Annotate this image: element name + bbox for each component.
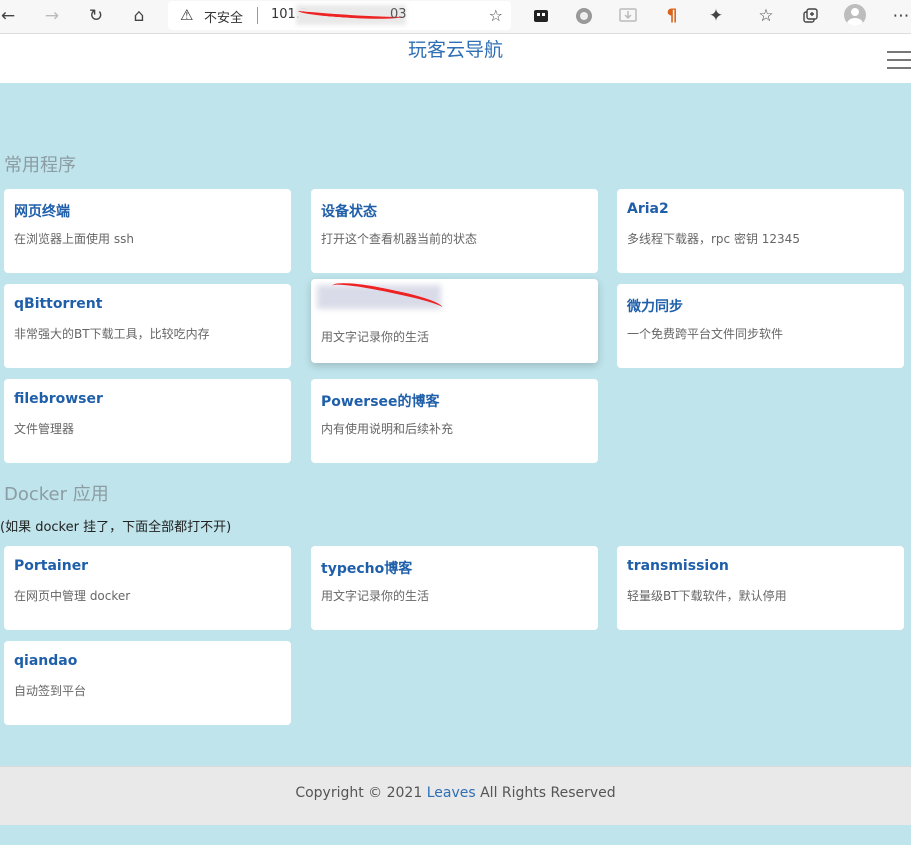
- more-options-icon[interactable]: ⋯: [889, 4, 911, 28]
- card-desc: 自动签到平台: [14, 684, 87, 698]
- card-title[interactable]: qBittorrent: [14, 296, 281, 316]
- card-typecho[interactable]: typecho博客 用文字记录你的生活: [311, 546, 598, 630]
- security-status[interactable]: 不安全: [204, 7, 243, 26]
- card-sync[interactable]: 微力同步 一个免费跨平台文件同步软件: [617, 284, 904, 368]
- footer: Copyright © 2021 Leaves All Rights Reser…: [0, 766, 911, 825]
- site-header: 玩客云导航: [0, 34, 911, 83]
- record-extension-icon[interactable]: [572, 4, 596, 28]
- card-title[interactable]: 设备状态: [321, 201, 588, 221]
- address-bar[interactable]: ⚠ 不安全 101.3 03 ☆: [168, 1, 511, 30]
- site-title[interactable]: 玩客云导航: [0, 35, 911, 62]
- section-title-docker: Docker 应用: [4, 484, 109, 505]
- collections-icon[interactable]: [798, 4, 822, 28]
- card-qbittorrent[interactable]: qBittorrent 非常强大的BT下载工具，比较吃内存: [4, 284, 291, 368]
- footer-rights: All Rights Reserved: [475, 785, 616, 801]
- card-desc: 轻量级BT下载软件，默认停用: [627, 589, 787, 603]
- section-title-common: 常用程序: [4, 155, 76, 176]
- browser-toolbar: ← → ↻ ⌂ ⚠ 不安全 101.3 03 ☆ ¶ ✦ ☆ ⋯: [0, 0, 911, 34]
- card-title[interactable]: 微力同步: [627, 296, 894, 316]
- footer-author-link[interactable]: Leaves: [427, 785, 476, 801]
- card-transmission[interactable]: transmission 轻量级BT下载软件，默认停用: [617, 546, 904, 630]
- address-separator: [257, 7, 258, 24]
- url-text-tail[interactable]: 03: [390, 7, 407, 22]
- card-desc: 打开这个查看机器当前的状态: [321, 232, 478, 246]
- card-desc: 在网页中管理 docker: [14, 589, 131, 603]
- home-icon[interactable]: ⌂: [127, 4, 151, 28]
- save-extension-icon[interactable]: [616, 4, 640, 28]
- card-title[interactable]: 网页终端: [14, 201, 281, 221]
- card-desc: 一个免费跨平台文件同步软件: [627, 327, 784, 341]
- extensions-puzzle-icon[interactable]: ✦: [704, 4, 728, 28]
- card-desc: 在浏览器上面使用 ssh: [14, 232, 134, 246]
- extension-tab-icon[interactable]: [529, 4, 553, 28]
- card-desc: 内有使用说明和后续补充: [321, 422, 454, 436]
- profile-avatar[interactable]: [844, 4, 866, 26]
- docker-note: (如果 docker 挂了，下面全部都打不开): [0, 520, 232, 535]
- card-portainer[interactable]: Portainer 在网页中管理 docker: [4, 546, 291, 630]
- card-title[interactable]: filebrowser: [14, 391, 281, 411]
- footer-copyright: Copyright © 2021: [295, 785, 427, 801]
- card-title[interactable]: Portainer: [14, 558, 281, 578]
- card-powersee-blog[interactable]: Powersee的博客 内有使用说明和后续补充: [311, 379, 598, 463]
- warning-icon: ⚠: [180, 6, 194, 24]
- card-web-terminal[interactable]: 网页终端 在浏览器上面使用 ssh: [4, 189, 291, 273]
- menu-icon[interactable]: [887, 51, 911, 71]
- card-filebrowser[interactable]: filebrowser 文件管理器: [4, 379, 291, 463]
- back-arrow-icon[interactable]: ←: [0, 4, 20, 28]
- card-desc: 多线程下载器，rpc 密钥 12345: [627, 232, 800, 246]
- card-device-status[interactable]: 设备状态 打开这个查看机器当前的状态: [311, 189, 598, 273]
- card-title[interactable]: Aria2: [627, 201, 894, 221]
- refresh-icon[interactable]: ↻: [84, 4, 108, 28]
- card-title[interactable]: Powersee的博客: [321, 391, 588, 411]
- card-title[interactable]: typecho博客: [321, 558, 588, 578]
- card-aria2[interactable]: Aria2 多线程下载器，rpc 密钥 12345: [617, 189, 904, 273]
- forward-arrow-icon[interactable]: →: [40, 4, 64, 28]
- card-qiandao[interactable]: qiandao 自动签到平台: [4, 641, 291, 725]
- card-title[interactable]: qiandao: [14, 653, 281, 673]
- card-desc: 用文字记录你的生活: [321, 589, 430, 603]
- card-desc: 用文字记录你的生活: [321, 330, 430, 344]
- card-title[interactable]: transmission: [627, 558, 894, 578]
- favorites-icon[interactable]: ☆: [754, 4, 778, 28]
- paragraph-extension-icon[interactable]: ¶: [660, 4, 684, 28]
- card-desc: 非常强大的BT下载工具，比较吃内存: [14, 327, 210, 341]
- add-favorite-icon[interactable]: ☆: [489, 6, 503, 25]
- card-redacted-blog[interactable]: 用文字记录你的生活: [311, 277, 598, 363]
- card-desc: 文件管理器: [14, 422, 75, 436]
